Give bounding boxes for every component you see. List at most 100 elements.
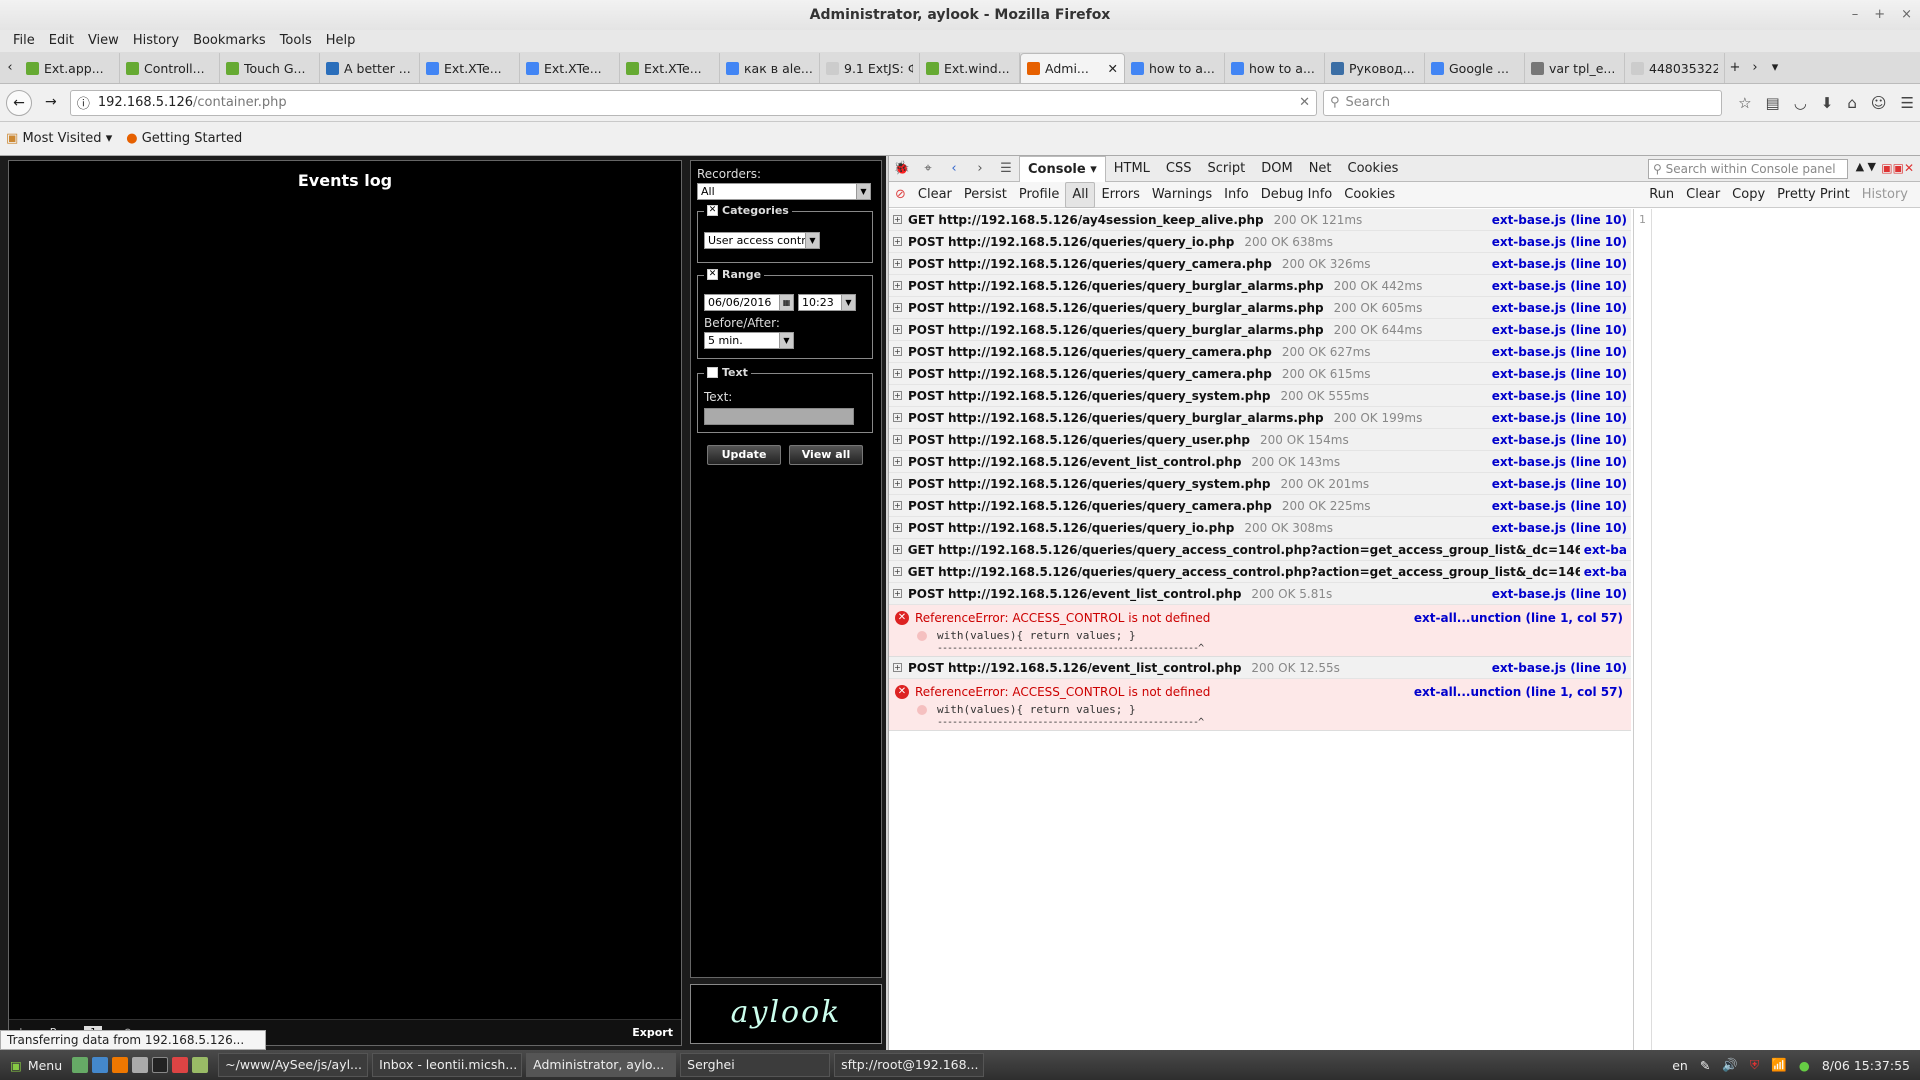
browser-tab[interactable]: A better ... (320, 53, 420, 83)
command-editor-icon[interactable]: ☰ (993, 161, 1019, 176)
chrome-launcher-icon[interactable] (172, 1057, 189, 1073)
clear-url-icon[interactable]: ✕ (1299, 95, 1310, 110)
expand-icon[interactable]: + (893, 259, 902, 268)
console-request-row[interactable]: + GET http://192.168.5.126/ay4session_kee… (889, 209, 1631, 231)
expand-icon[interactable]: + (893, 523, 902, 532)
terminal-launcher-icon[interactable] (152, 1057, 169, 1073)
tab-html[interactable]: HTML (1106, 156, 1158, 182)
console-request-row[interactable]: + POST http://192.168.5.126/queries/query… (889, 341, 1631, 363)
menu-history[interactable]: History (126, 30, 186, 52)
browser-tab[interactable]: Руковод... (1325, 53, 1425, 83)
console-request-row[interactable]: + POST http://192.168.5.126/queries/query… (889, 473, 1631, 495)
console-request-row[interactable]: + POST http://192.168.5.126/queries/query… (889, 517, 1631, 539)
menu-bookmarks[interactable]: Bookmarks (186, 30, 273, 52)
files-launcher-icon[interactable] (132, 1057, 149, 1073)
back-button[interactable]: ← (6, 89, 32, 116)
home-icon[interactable]: ⌂ (1847, 94, 1857, 112)
breakpoint-icon[interactable] (917, 705, 927, 715)
source-link[interactable]: ext-base.js (line 10) (1487, 498, 1627, 513)
console-error-row[interactable]: ✕ ReferenceError: ACCESS_CONTROL is not d… (889, 679, 1631, 731)
expand-icon[interactable]: + (893, 413, 902, 422)
source-link[interactable]: ext-ba (1579, 564, 1627, 579)
expand-icon[interactable]: + (893, 435, 902, 444)
taskbar-window[interactable]: sftp://root@192.168... (834, 1053, 985, 1077)
url-bar[interactable]: ⓘ 192.168.5.126/container.php ✕ (69, 89, 1317, 116)
expand-icon[interactable]: + (893, 545, 902, 554)
menu-view[interactable]: View (81, 30, 126, 52)
browser-tab[interactable]: 4480353229... (1625, 53, 1725, 83)
source-link[interactable]: ext-ba (1579, 542, 1627, 557)
expand-icon[interactable]: + (893, 303, 902, 312)
expand-icon[interactable]: + (893, 457, 902, 466)
clear-console-icon[interactable]: ⊘ (889, 183, 912, 207)
filter-warnings[interactable]: Warnings (1146, 183, 1218, 207)
source-link[interactable]: ext-base.js (line 10) (1487, 300, 1627, 315)
filter-debug-info[interactable]: Debug Info (1255, 183, 1339, 207)
source-link[interactable]: ext-base.js (line 10) (1487, 322, 1627, 337)
source-link[interactable]: ext-base.js (line 10) (1487, 212, 1627, 227)
console-error-row[interactable]: ✕ ReferenceError: ACCESS_CONTROL is not d… (889, 605, 1631, 657)
browser-tab[interactable]: 9.1 ExtJS: Фо... (820, 53, 920, 83)
console-request-row[interactable]: + POST http://192.168.5.126/event_list_co… (889, 451, 1631, 473)
browser-tab[interactable]: Ext.XTe... (420, 53, 520, 83)
browser-tab[interactable]: Touch G... (220, 53, 320, 83)
forward-icon[interactable]: › (967, 161, 993, 176)
expand-icon[interactable]: + (893, 501, 902, 510)
console-request-row[interactable]: + POST http://192.168.5.126/queries/query… (889, 231, 1631, 253)
profile-button[interactable]: Profile (1013, 183, 1065, 207)
console-request-row[interactable]: + POST http://192.168.5.126/queries/query… (889, 363, 1631, 385)
pen-icon[interactable]: ✎ (1700, 1058, 1710, 1073)
browser-tab[interactable]: how to a... (1225, 53, 1325, 83)
categories-checkbox[interactable]: ✕ (707, 205, 718, 216)
firebug-window-controls-icon[interactable]: ▣▣✕ (1881, 161, 1914, 175)
source-link[interactable]: ext-base.js (line 10) (1487, 388, 1627, 403)
source-link[interactable]: ext-base.js (line 10) (1487, 476, 1627, 491)
export-button[interactable]: Export (632, 1026, 673, 1039)
run-button[interactable]: Run (1643, 183, 1680, 207)
console-request-row[interactable]: + GET http://192.168.5.126/queries/query_… (889, 539, 1631, 561)
downloads-icon[interactable]: ⬇ (1821, 94, 1834, 112)
chevron-down-icon[interactable]: ▼ (856, 184, 870, 199)
chevron-down-icon[interactable]: ▼ (779, 333, 793, 348)
clock[interactable]: 8/06 15:37:55 (1822, 1058, 1910, 1073)
update-icon[interactable]: ● (1799, 1058, 1810, 1073)
before-after-select[interactable]: 5 min. ▼ (704, 332, 794, 349)
start-menu-button[interactable]: ▣ Menu (0, 1058, 72, 1073)
browser-tab[interactable]: var tpl_e... (1525, 53, 1625, 83)
clear-button[interactable]: Clear (912, 183, 958, 207)
console-request-row[interactable]: + GET http://192.168.5.126/queries/query_… (889, 561, 1631, 583)
volume-icon[interactable]: 🔊 (1722, 1057, 1738, 1073)
browser-tab[interactable]: how to a... (1125, 53, 1225, 83)
expand-icon[interactable]: + (893, 391, 902, 400)
expand-icon[interactable]: + (893, 325, 902, 334)
hamburger-menu-icon[interactable]: ☰ (1901, 94, 1914, 112)
menu-help[interactable]: Help (319, 30, 363, 52)
all-tabs-icon[interactable]: ▾ (1765, 53, 1785, 83)
expand-icon[interactable]: + (893, 589, 902, 598)
expand-icon[interactable]: + (893, 567, 902, 576)
source-link[interactable]: ext-all...unction (line 1, col 57) (1414, 685, 1623, 699)
expand-icon[interactable]: + (893, 479, 902, 488)
breakpoint-icon[interactable] (917, 631, 927, 641)
pretty-print-button[interactable]: Pretty Print (1771, 183, 1856, 207)
source-link[interactable]: ext-base.js (line 10) (1487, 278, 1627, 293)
menu-file[interactable]: File (6, 30, 42, 52)
persist-button[interactable]: Persist (958, 183, 1013, 207)
browser-tab[interactable]: Ext.XTe... (520, 53, 620, 83)
expand-icon[interactable]: + (893, 215, 902, 224)
tab-cookies[interactable]: Cookies (1340, 156, 1407, 182)
console-request-row[interactable]: + POST http://192.168.5.126/queries/query… (889, 385, 1631, 407)
menu-edit[interactable]: Edit (42, 30, 81, 52)
console-request-row[interactable]: + POST http://192.168.5.126/queries/query… (889, 253, 1631, 275)
source-link[interactable]: ext-base.js (line 10) (1487, 256, 1627, 271)
pocket-icon[interactable]: ◡ (1794, 94, 1807, 112)
tab-scroll-right-icon[interactable]: › (1745, 53, 1765, 83)
view-all-button[interactable]: View all (789, 445, 863, 465)
close-icon[interactable]: × (1901, 0, 1912, 30)
network-icon[interactable]: 📶 (1771, 1057, 1787, 1073)
bookmark-star-icon[interactable]: ☆ (1738, 94, 1751, 112)
console-request-row[interactable]: + POST http://192.168.5.126/queries/query… (889, 429, 1631, 451)
filter-all[interactable]: All (1065, 181, 1096, 208)
clear-command-button[interactable]: Clear (1680, 183, 1726, 207)
chevron-down-icon[interactable]: ▼ (841, 295, 855, 310)
